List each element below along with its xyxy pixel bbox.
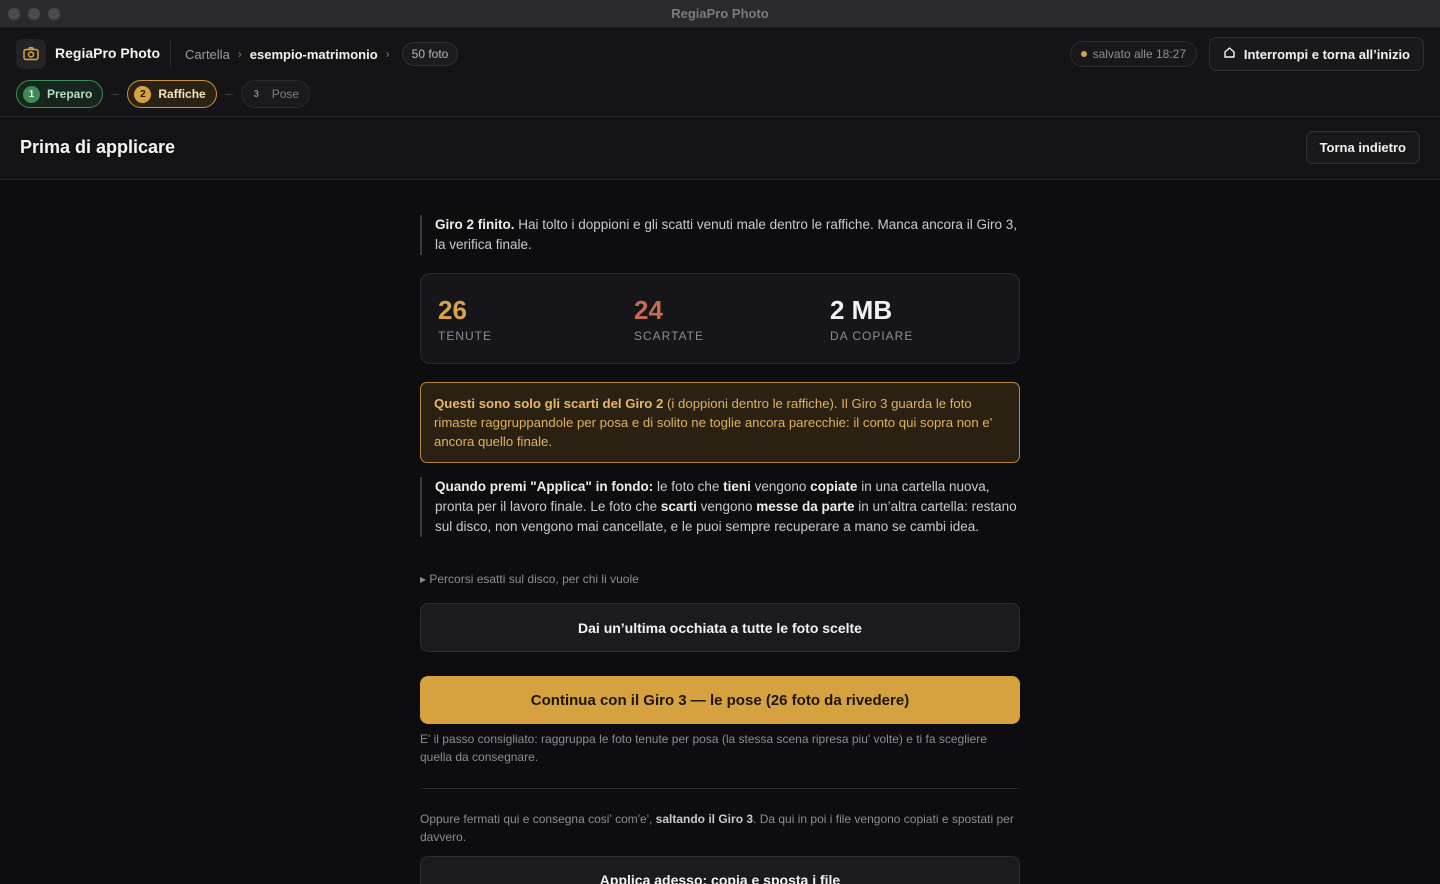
- stat-kept: 26 TENUTE: [438, 294, 492, 343]
- stats-card: 26 TENUTE 24 SCARTATE 2 MB DA COPIARE: [420, 273, 1020, 364]
- breadcrumb: Cartella › esempio-matrimonio › 50 foto: [185, 41, 459, 67]
- breadcrumb-current: esempio-matrimonio: [249, 46, 378, 62]
- explain-text: vengono: [696, 499, 757, 514]
- disk-paths-toggle[interactable]: ▸ Percorsi esatti sul disco, per chi li …: [420, 572, 639, 586]
- photo-count-badge: 50 foto: [401, 42, 459, 66]
- review-photos-button[interactable]: Dai un’ultima occhiata a tutte le foto s…: [420, 603, 1020, 652]
- explain-lead: Quando premi "Applica" in fondo:: [435, 479, 654, 494]
- intro-text: Hai tolto i doppioni e gli scatti venuti…: [435, 217, 1018, 252]
- stat-to-copy-label: DA COPIARE: [830, 329, 914, 343]
- explain-text: vengono: [750, 479, 811, 494]
- step-number: 1: [23, 85, 40, 103]
- step-number: 3: [253, 88, 259, 100]
- window-title: RegiaPro Photo: [671, 6, 769, 21]
- warning-bold: Questi sono solo gli scarti del Giro 2: [434, 396, 664, 411]
- warning-callout: Questi sono solo gli scarti del Giro 2 (…: [420, 382, 1020, 463]
- continue-hint: E' il passo consigliato: raggruppa le fo…: [420, 732, 987, 764]
- explain-discard: scarti: [660, 499, 697, 514]
- saved-status-badge: salvato alle 18:27: [1069, 41, 1197, 67]
- alternative-note: Oppure fermati qui e consegna cosi' com'…: [420, 810, 1020, 846]
- chevron-right-icon: ›: [237, 47, 242, 61]
- intro-note: Giro 2 finito. Hai tolto i doppioni e gl…: [420, 215, 1020, 255]
- interrupt-button-label: Interrompi e torna all’inizio: [1243, 46, 1410, 62]
- stat-discarded: 24 SCARTATE: [634, 294, 704, 343]
- explain-keep: tieni: [723, 479, 751, 494]
- explain-set-aside: messe da parte: [756, 499, 855, 514]
- step-label: Preparo: [47, 87, 93, 101]
- stat-discarded-value: 24: [634, 295, 663, 325]
- page-title: Prima di applicare: [20, 137, 176, 157]
- step-label: Pose: [271, 87, 300, 101]
- alternative-bold: saltando il Giro 3: [655, 812, 754, 826]
- stat-kept-label: TENUTE: [438, 329, 492, 343]
- home-icon: [1223, 46, 1236, 62]
- divider: [420, 788, 1020, 789]
- interrupt-button[interactable]: Interrompi e torna all’inizio: [1208, 37, 1424, 71]
- breadcrumb-root[interactable]: Cartella: [185, 47, 230, 62]
- step-progress: 1 Preparo 2 Raffiche 3 Pose: [16, 80, 311, 108]
- stat-to-copy-value: 2 MB: [830, 295, 893, 325]
- section-header: Prima di applicare Torna indietro: [0, 117, 1440, 180]
- stat-kept-value: 26: [438, 295, 467, 325]
- intro-bold: Giro 2 finito.: [435, 217, 515, 232]
- stat-to-copy: 2 MB DA COPIARE: [830, 294, 913, 343]
- continue-giro3-button[interactable]: Continua con il Giro 3 — le pose (26 fot…: [420, 676, 1020, 724]
- explain-copied: copiate: [810, 479, 858, 494]
- step-label: Raffiche: [158, 87, 206, 101]
- apply-explanation: Quando premi "Applica" in fondo: le foto…: [420, 477, 1020, 537]
- app-name: RegiaPro Photo: [55, 45, 161, 61]
- stat-discarded-label: SCARTATE: [634, 329, 705, 343]
- saved-status-text: salvato alle 18:27: [1092, 47, 1186, 61]
- app-header: RegiaPro Photo Cartella › esempio-matrim…: [0, 29, 1440, 117]
- window-titlebar: RegiaPro Photo: [0, 0, 1440, 28]
- apply-now-button[interactable]: Applica adesso: copia e sposta i file: [420, 856, 1020, 884]
- step-connector: [111, 93, 120, 95]
- chevron-right-icon: ›: [385, 47, 390, 61]
- step-number: 2: [134, 85, 152, 103]
- alternative-text: Oppure fermati qui e consegna cosi' com'…: [420, 812, 656, 826]
- step-raffiche[interactable]: 2 Raffiche: [127, 80, 217, 108]
- header-divider: [170, 41, 171, 67]
- back-button[interactable]: Torna indietro: [1305, 131, 1420, 164]
- step-connector: [224, 93, 233, 95]
- status-dot-icon: [1080, 51, 1087, 57]
- step-preparo[interactable]: 1 Preparo: [16, 80, 104, 108]
- explain-text: le foto che: [653, 479, 724, 494]
- step-pose: 3 Pose: [240, 80, 311, 108]
- camera-icon: [16, 39, 46, 69]
